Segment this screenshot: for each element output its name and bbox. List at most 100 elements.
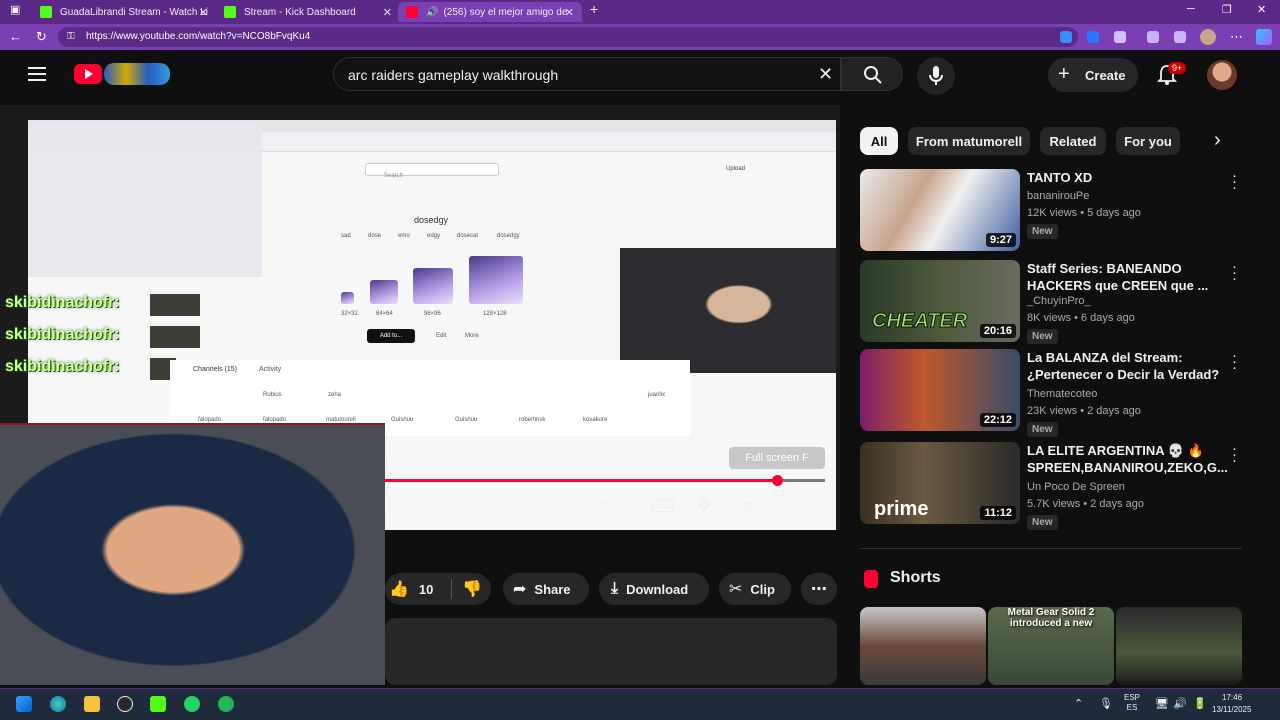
streamer-webcam (0, 423, 385, 685)
recommendation-card[interactable]: CHEATER 20:16 Staff Series: BANEANDO HAC… (860, 259, 1250, 344)
video-thumbnail[interactable]: 22:12 (860, 349, 1020, 431)
autoplay-toggle[interactable]: ◐ (603, 496, 610, 510)
minimize-icon[interactable]: ─ (1187, 3, 1195, 15)
channel-name[interactable]: _ChuyinPro_ (1027, 295, 1091, 307)
recommendation-card[interactable]: 22:12 La BALANZA del Stream: ¿Pertenecer… (860, 348, 1250, 437)
download-button[interactable]: ⤓ Download (599, 573, 709, 605)
search-query[interactable]: arc raiders gameplay walkthrough (348, 67, 558, 83)
recommendation-card[interactable]: 9:27 TANTO XD bananirouPe 12K views • 5 … (860, 168, 1250, 251)
settings-icon[interactable]: ⚙ (697, 494, 711, 514)
whatsapp-icon[interactable] (184, 696, 200, 712)
channel-name[interactable]: Un Poco De Spreen (1027, 481, 1125, 493)
tab-actions-icon[interactable]: ▣ (10, 3, 20, 16)
video-title[interactable]: TANTO XD (1027, 169, 1227, 186)
video-title[interactable]: La BALANZA del Stream: ¿Pertenecer o Dec… (1027, 349, 1227, 383)
emote-image (370, 280, 398, 304)
filter-chip[interactable]: Related (1040, 127, 1106, 155)
like-icon[interactable]: 👍 (389, 579, 409, 599)
filter-chip[interactable]: For you (1116, 127, 1180, 155)
browser-tab[interactable]: GuadaLibrandi Stream - Watch Li ✕ (32, 2, 216, 22)
user-avatar[interactable] (1207, 60, 1237, 90)
more-options-icon[interactable]: · · · (1232, 348, 1237, 375)
battery-icon[interactable]: 🔋 (1193, 697, 1207, 710)
more-options-icon[interactable]: · · · (1232, 168, 1237, 195)
spotify-icon[interactable] (218, 696, 234, 712)
subtitles-icon[interactable]: CC (652, 499, 675, 512)
description-box[interactable] (385, 618, 837, 685)
obs-icon[interactable] (117, 696, 133, 712)
recorded-search: Search (365, 163, 499, 179)
channel-name[interactable]: Thematecoteo (1027, 388, 1097, 400)
video-thumbnail[interactable]: prime 11:12 (860, 442, 1020, 524)
extension-icon[interactable] (1087, 31, 1099, 43)
site-info-icon[interactable]: ⚿ (67, 31, 75, 42)
volume-icon[interactable]: 🔊 (1173, 697, 1187, 710)
close-icon[interactable]: ✕ (199, 6, 208, 19)
clear-icon[interactable]: ✕ (818, 64, 833, 85)
menu-icon[interactable] (28, 63, 46, 85)
close-window-icon[interactable]: ✕ (1257, 3, 1266, 16)
dislike-icon[interactable]: 👎 (451, 579, 482, 599)
close-icon[interactable]: ✕ (383, 6, 392, 19)
more-icon: ⋯ (811, 581, 827, 598)
voice-search-button[interactable] (917, 57, 955, 95)
clock-date[interactable]: 13/11/2025 (1212, 705, 1251, 714)
browser-tab[interactable]: Stream - Kick Dashboard ✕ (216, 2, 400, 22)
video-thumbnail[interactable]: 9:27 (860, 169, 1020, 251)
clock-time[interactable]: 17:46 (1222, 693, 1242, 702)
channel-name: Guishuu (455, 417, 478, 423)
new-badge: New (1027, 224, 1058, 239)
tray-overflow-icon[interactable]: ⌃ (1074, 697, 1083, 710)
new-badge: New (1027, 422, 1058, 437)
new-tab-button[interactable]: + (590, 1, 598, 17)
search-button[interactable] (841, 57, 903, 91)
progress-scrubber[interactable] (771, 475, 783, 486)
youtube-doodle-logo[interactable] (104, 63, 170, 85)
reload-icon[interactable]: ↻ (36, 29, 47, 45)
file-explorer-icon[interactable] (84, 696, 100, 712)
close-icon[interactable]: ✕ (565, 6, 574, 19)
theater-mode-icon[interactable]: ▭ (743, 496, 756, 513)
url-text[interactable]: https://www.youtube.com/watch?v=NCO8bFvq… (86, 31, 310, 42)
copilot-icon[interactable] (1256, 29, 1272, 45)
video-title[interactable]: Staff Series: BANEANDO HACKERS que CREEN… (1027, 260, 1227, 294)
more-options-icon[interactable]: · · · (1232, 259, 1237, 286)
maximize-icon[interactable]: ❐ (1222, 3, 1232, 16)
favorites-icon[interactable] (1174, 31, 1186, 43)
share-button[interactable]: ➦ Share (503, 573, 589, 605)
filter-chip[interactable]: From matumorell (908, 127, 1030, 155)
recorded-tag: edgy (427, 233, 441, 239)
recommendation-card[interactable]: prime 11:12 LA ELITE ARGENTINA 💀 🔥 SPREE… (860, 441, 1250, 530)
short-thumbnail[interactable] (860, 607, 986, 685)
filter-chip[interactable]: All (860, 127, 898, 155)
like-count[interactable]: 10 (419, 582, 433, 597)
more-actions-button[interactable]: ⋯ (801, 573, 837, 605)
network-icon[interactable]: 🖥 (1155, 697, 1169, 710)
more-icon[interactable]: ⋯ (1230, 29, 1243, 45)
more-options-icon[interactable]: · · · (1232, 441, 1237, 468)
youtube-logo[interactable] (74, 64, 102, 84)
short-thumbnail[interactable] (1116, 607, 1242, 685)
video-thumbnail[interactable]: CHEATER 20:16 (860, 260, 1020, 342)
next-chapter-icon[interactable]: › (390, 496, 394, 510)
recorded-tag: dosecat (457, 233, 479, 239)
back-icon[interactable]: ← (9, 29, 22, 44)
start-icon[interactable] (16, 696, 32, 712)
chevron-right-icon[interactable]: › (1214, 129, 1221, 152)
profile-avatar[interactable] (1200, 29, 1216, 45)
fullscreen-icon[interactable]: ⛶ (789, 496, 799, 513)
video-title[interactable]: LA ELITE ARGENTINA 💀 🔥 SPREEN,BANANIROU,… (1027, 442, 1228, 476)
clip-button[interactable]: ✂ Clip (719, 573, 791, 605)
extensions-icon[interactable] (1147, 31, 1159, 43)
channel-name[interactable]: bananirouPe (1027, 190, 1089, 202)
extension-icon[interactable] (1114, 31, 1126, 43)
browser-tab-active[interactable]: 🔊 (256) soy el mejor amigo de ✕ (398, 2, 582, 22)
edge-icon[interactable] (50, 696, 66, 712)
mic-tray-icon[interactable]: 🎙 (1099, 697, 1113, 710)
short-thumbnail[interactable]: Metal Gear Solid 2 introduced a new (988, 607, 1114, 685)
language-indicator[interactable]: ESP ES (1124, 693, 1140, 713)
kick-app-icon[interactable] (150, 696, 166, 712)
emote-size: 128×128 (483, 311, 507, 317)
audio-icon[interactable]: 🔊 (426, 7, 438, 18)
extension-icon[interactable] (1060, 31, 1072, 43)
